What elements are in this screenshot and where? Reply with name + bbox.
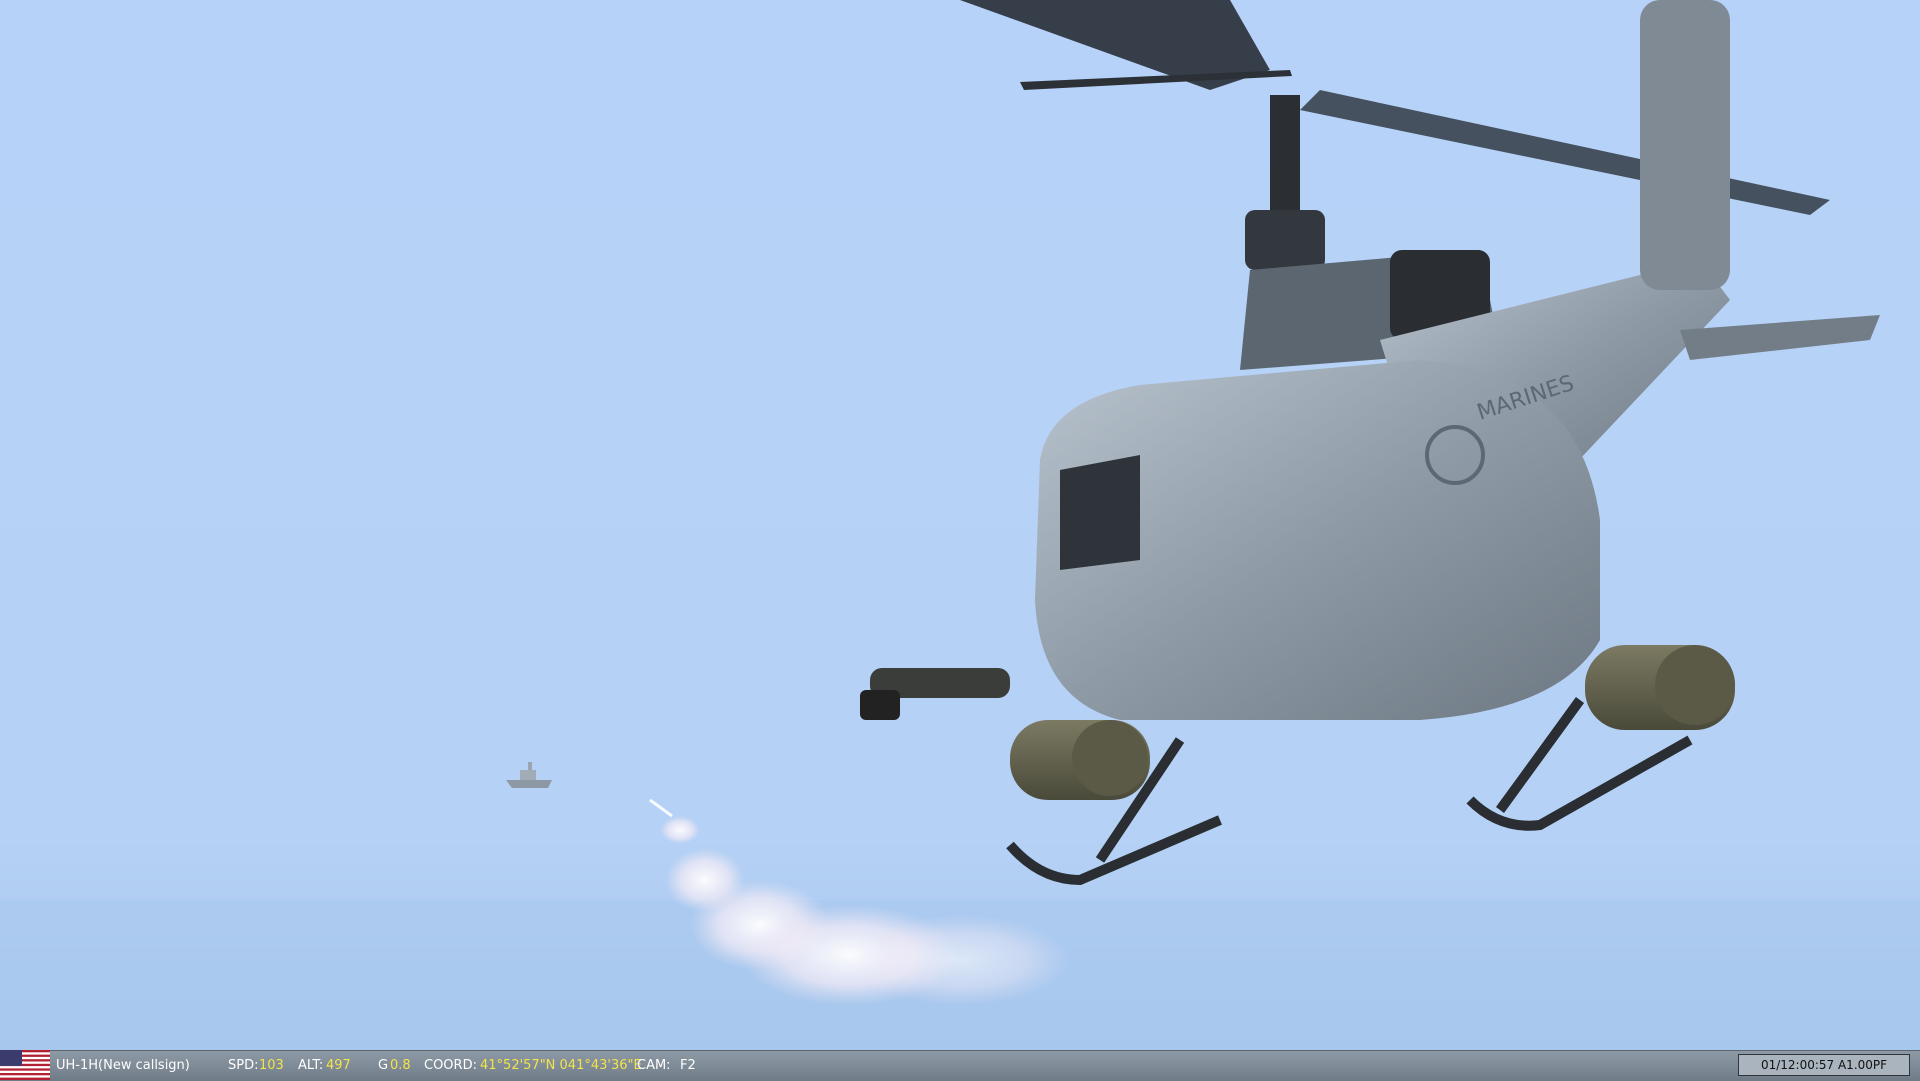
- coord-value: 41°52'57"N 041°43'36"E: [480, 1058, 642, 1073]
- status-bar: UH-1H(New callsign) SPD: 103 ALT: 497 G …: [0, 1050, 1920, 1081]
- speed-label: SPD:: [228, 1058, 259, 1073]
- coord-label: COORD:: [424, 1058, 477, 1073]
- cam-label: CAM:: [637, 1058, 671, 1073]
- g-label: G: [378, 1058, 389, 1073]
- altitude-value: 497: [326, 1058, 351, 1073]
- time-readout: 01/12:00:57 A1.00PF: [1738, 1054, 1910, 1076]
- game-scene: MARINES: [0, 0, 1920, 1050]
- speed-value: 103: [259, 1058, 284, 1073]
- altitude-label: ALT:: [298, 1058, 324, 1073]
- unit-name: UH-1H(New callsign): [56, 1058, 190, 1073]
- g-value: 0.8: [390, 1058, 411, 1073]
- cam-value: F2: [680, 1058, 696, 1073]
- us-flag-icon: [0, 1050, 50, 1080]
